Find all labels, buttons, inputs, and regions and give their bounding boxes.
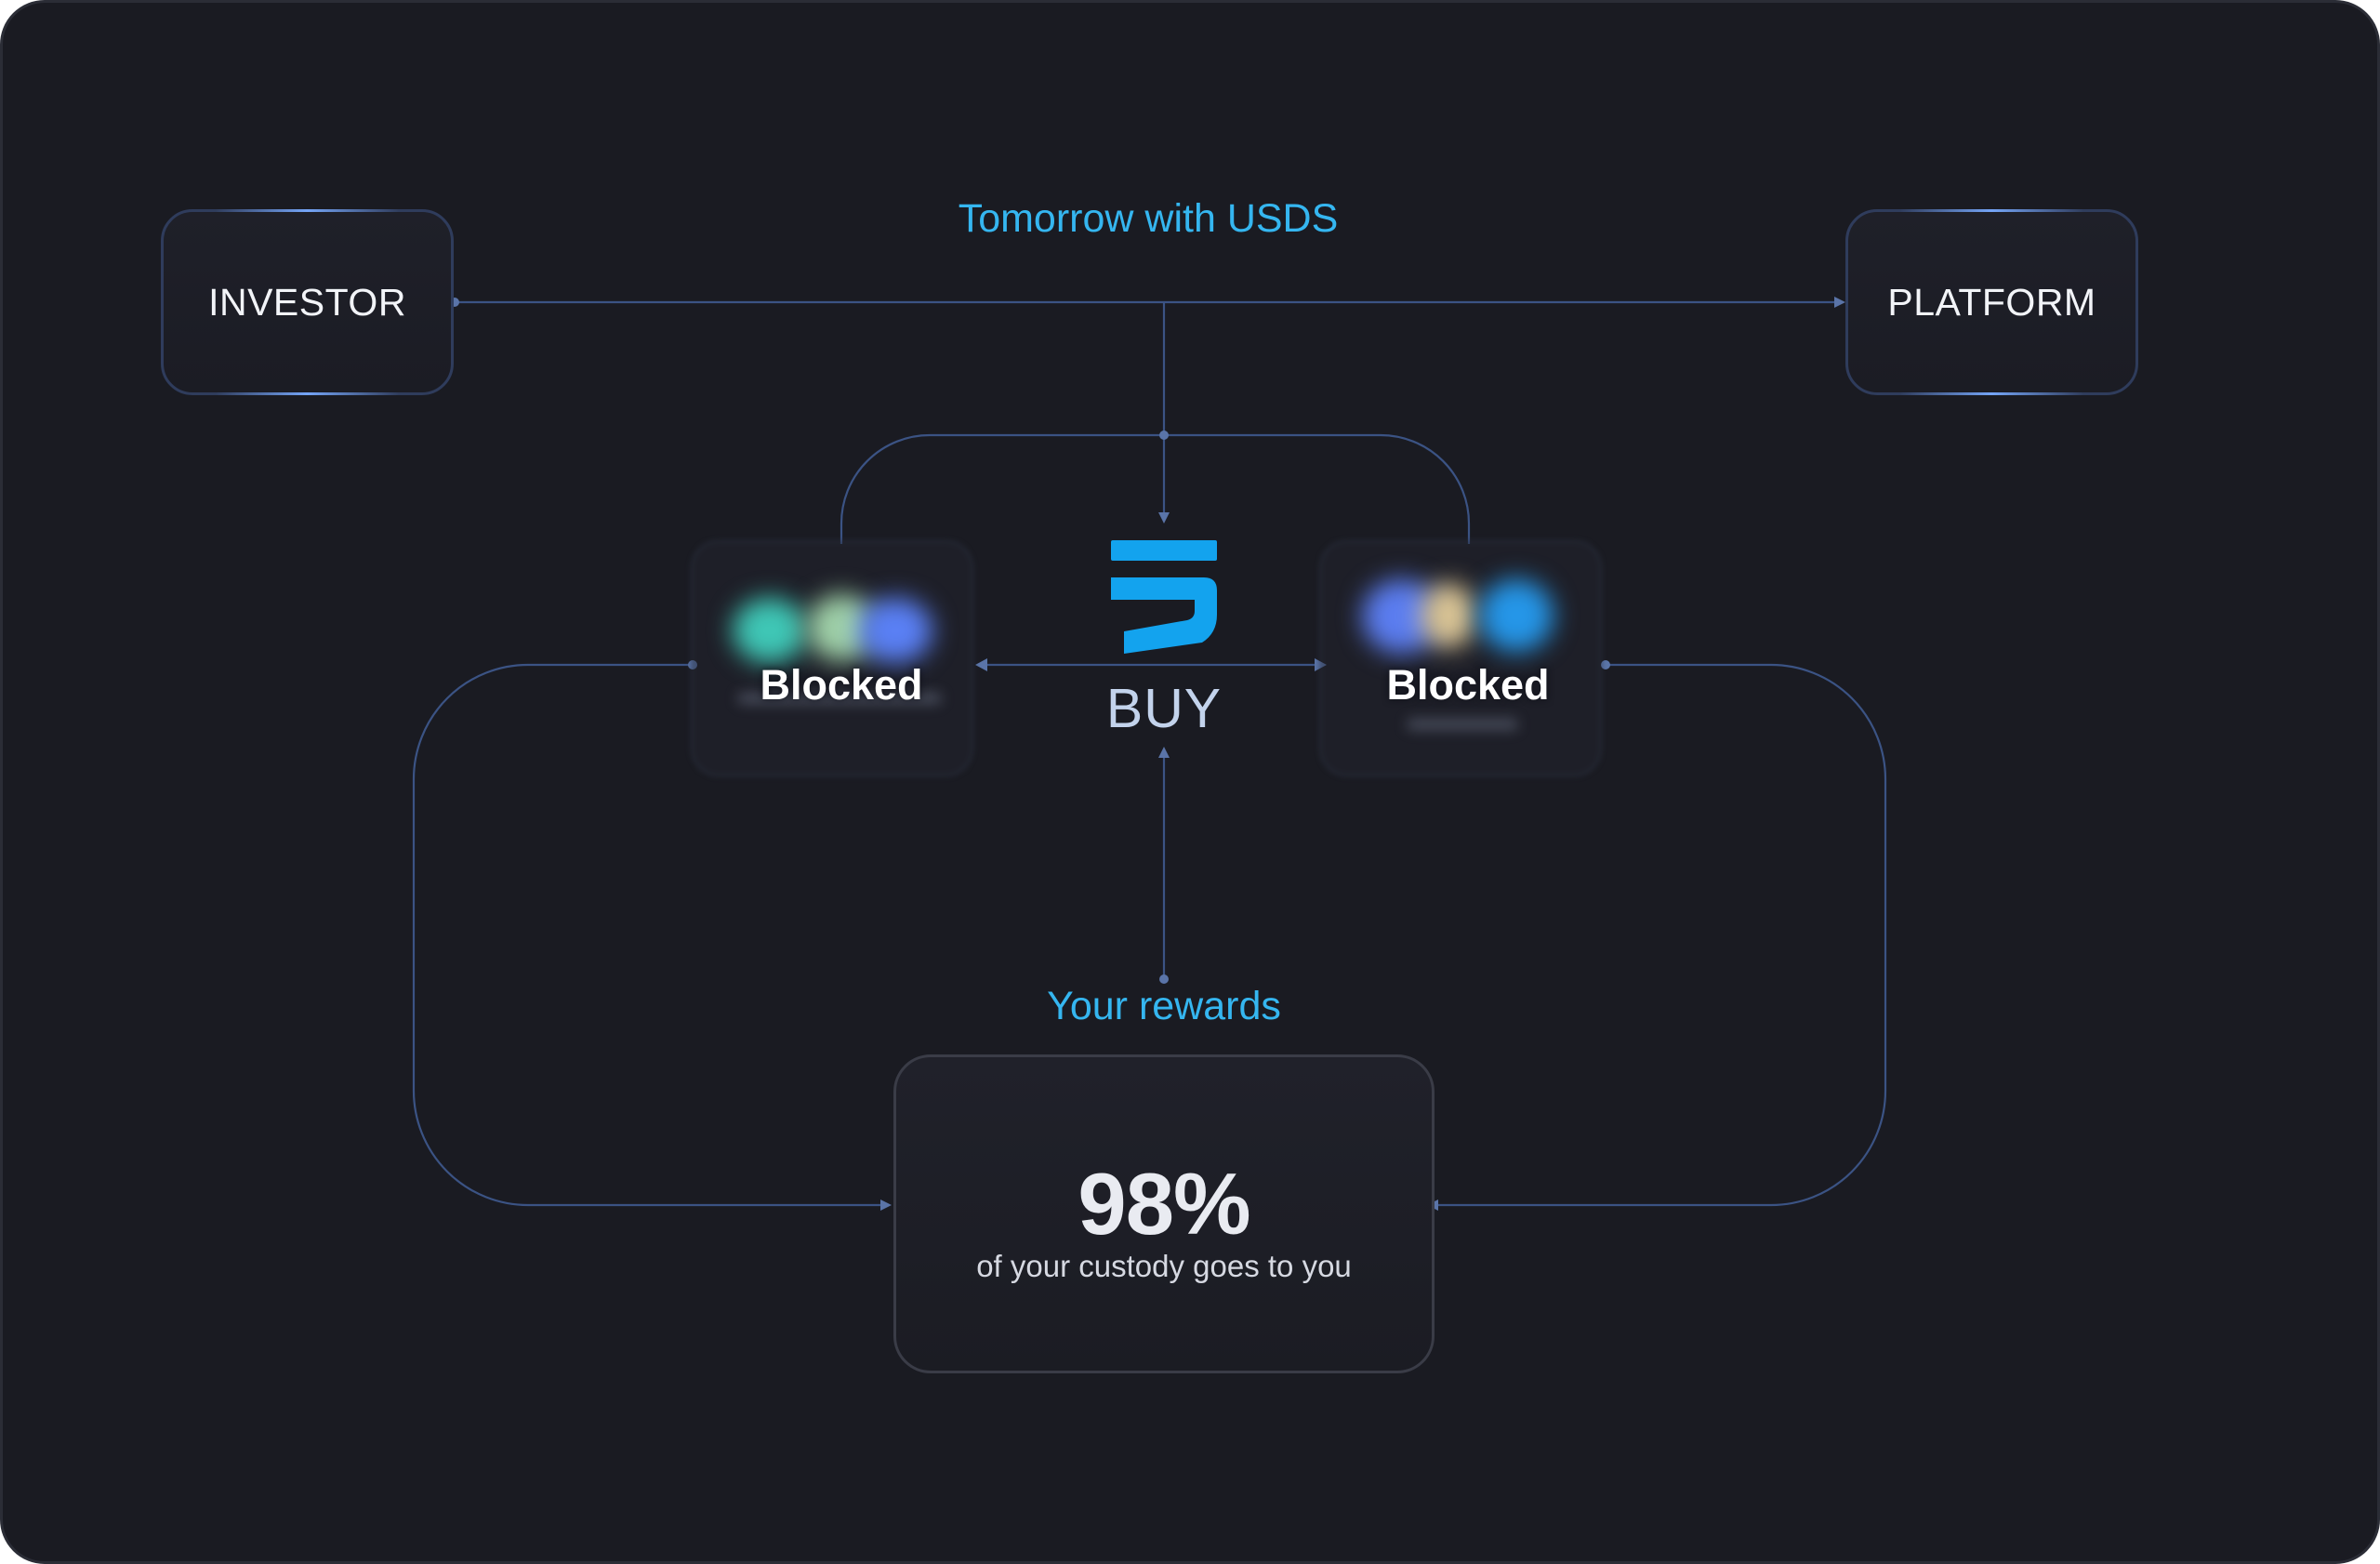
- investor-node: INVESTOR: [161, 209, 454, 395]
- diagram-canvas: INVESTOR PLATFORM Tomorrow with USDS Blo…: [0, 0, 2380, 1564]
- arrow-up-buy: [1158, 747, 1170, 758]
- blurred-token-icon: [1421, 583, 1476, 648]
- arrow-left-exchange: [975, 658, 987, 671]
- blurred-token-icon: [733, 598, 807, 663]
- arrow-down-buy: [1158, 512, 1170, 524]
- blocked-arch: [840, 433, 1471, 544]
- blocked-label-left: Blocked: [760, 661, 923, 709]
- rewards-description: of your custody goes to you: [976, 1249, 1352, 1283]
- usds-logo-icon: [1111, 540, 1217, 654]
- investor-label: INVESTOR: [208, 280, 406, 324]
- arrow-left-rewards: [880, 1200, 892, 1211]
- rewards-percent: 98%: [1078, 1155, 1250, 1253]
- top-caption: Tomorrow with USDS: [958, 196, 1339, 241]
- blocked-label-right: Blocked: [1386, 661, 1550, 709]
- platform-label: PLATFORM: [1887, 280, 2096, 324]
- rewards-caption: Your rewards: [1047, 984, 1281, 1028]
- rewards-box: 98% of your custody goes to you: [893, 1054, 1435, 1373]
- blurred-subtitle: [1407, 719, 1518, 730]
- blurred-token-icon: [858, 598, 932, 663]
- blocked-card-right: [1319, 540, 1602, 776]
- buy-label: BUY: [1105, 678, 1223, 739]
- platform-node: PLATFORM: [1845, 209, 2138, 395]
- arrow-platform: [1834, 297, 1845, 308]
- blurred-token-icon: [1479, 579, 1554, 652]
